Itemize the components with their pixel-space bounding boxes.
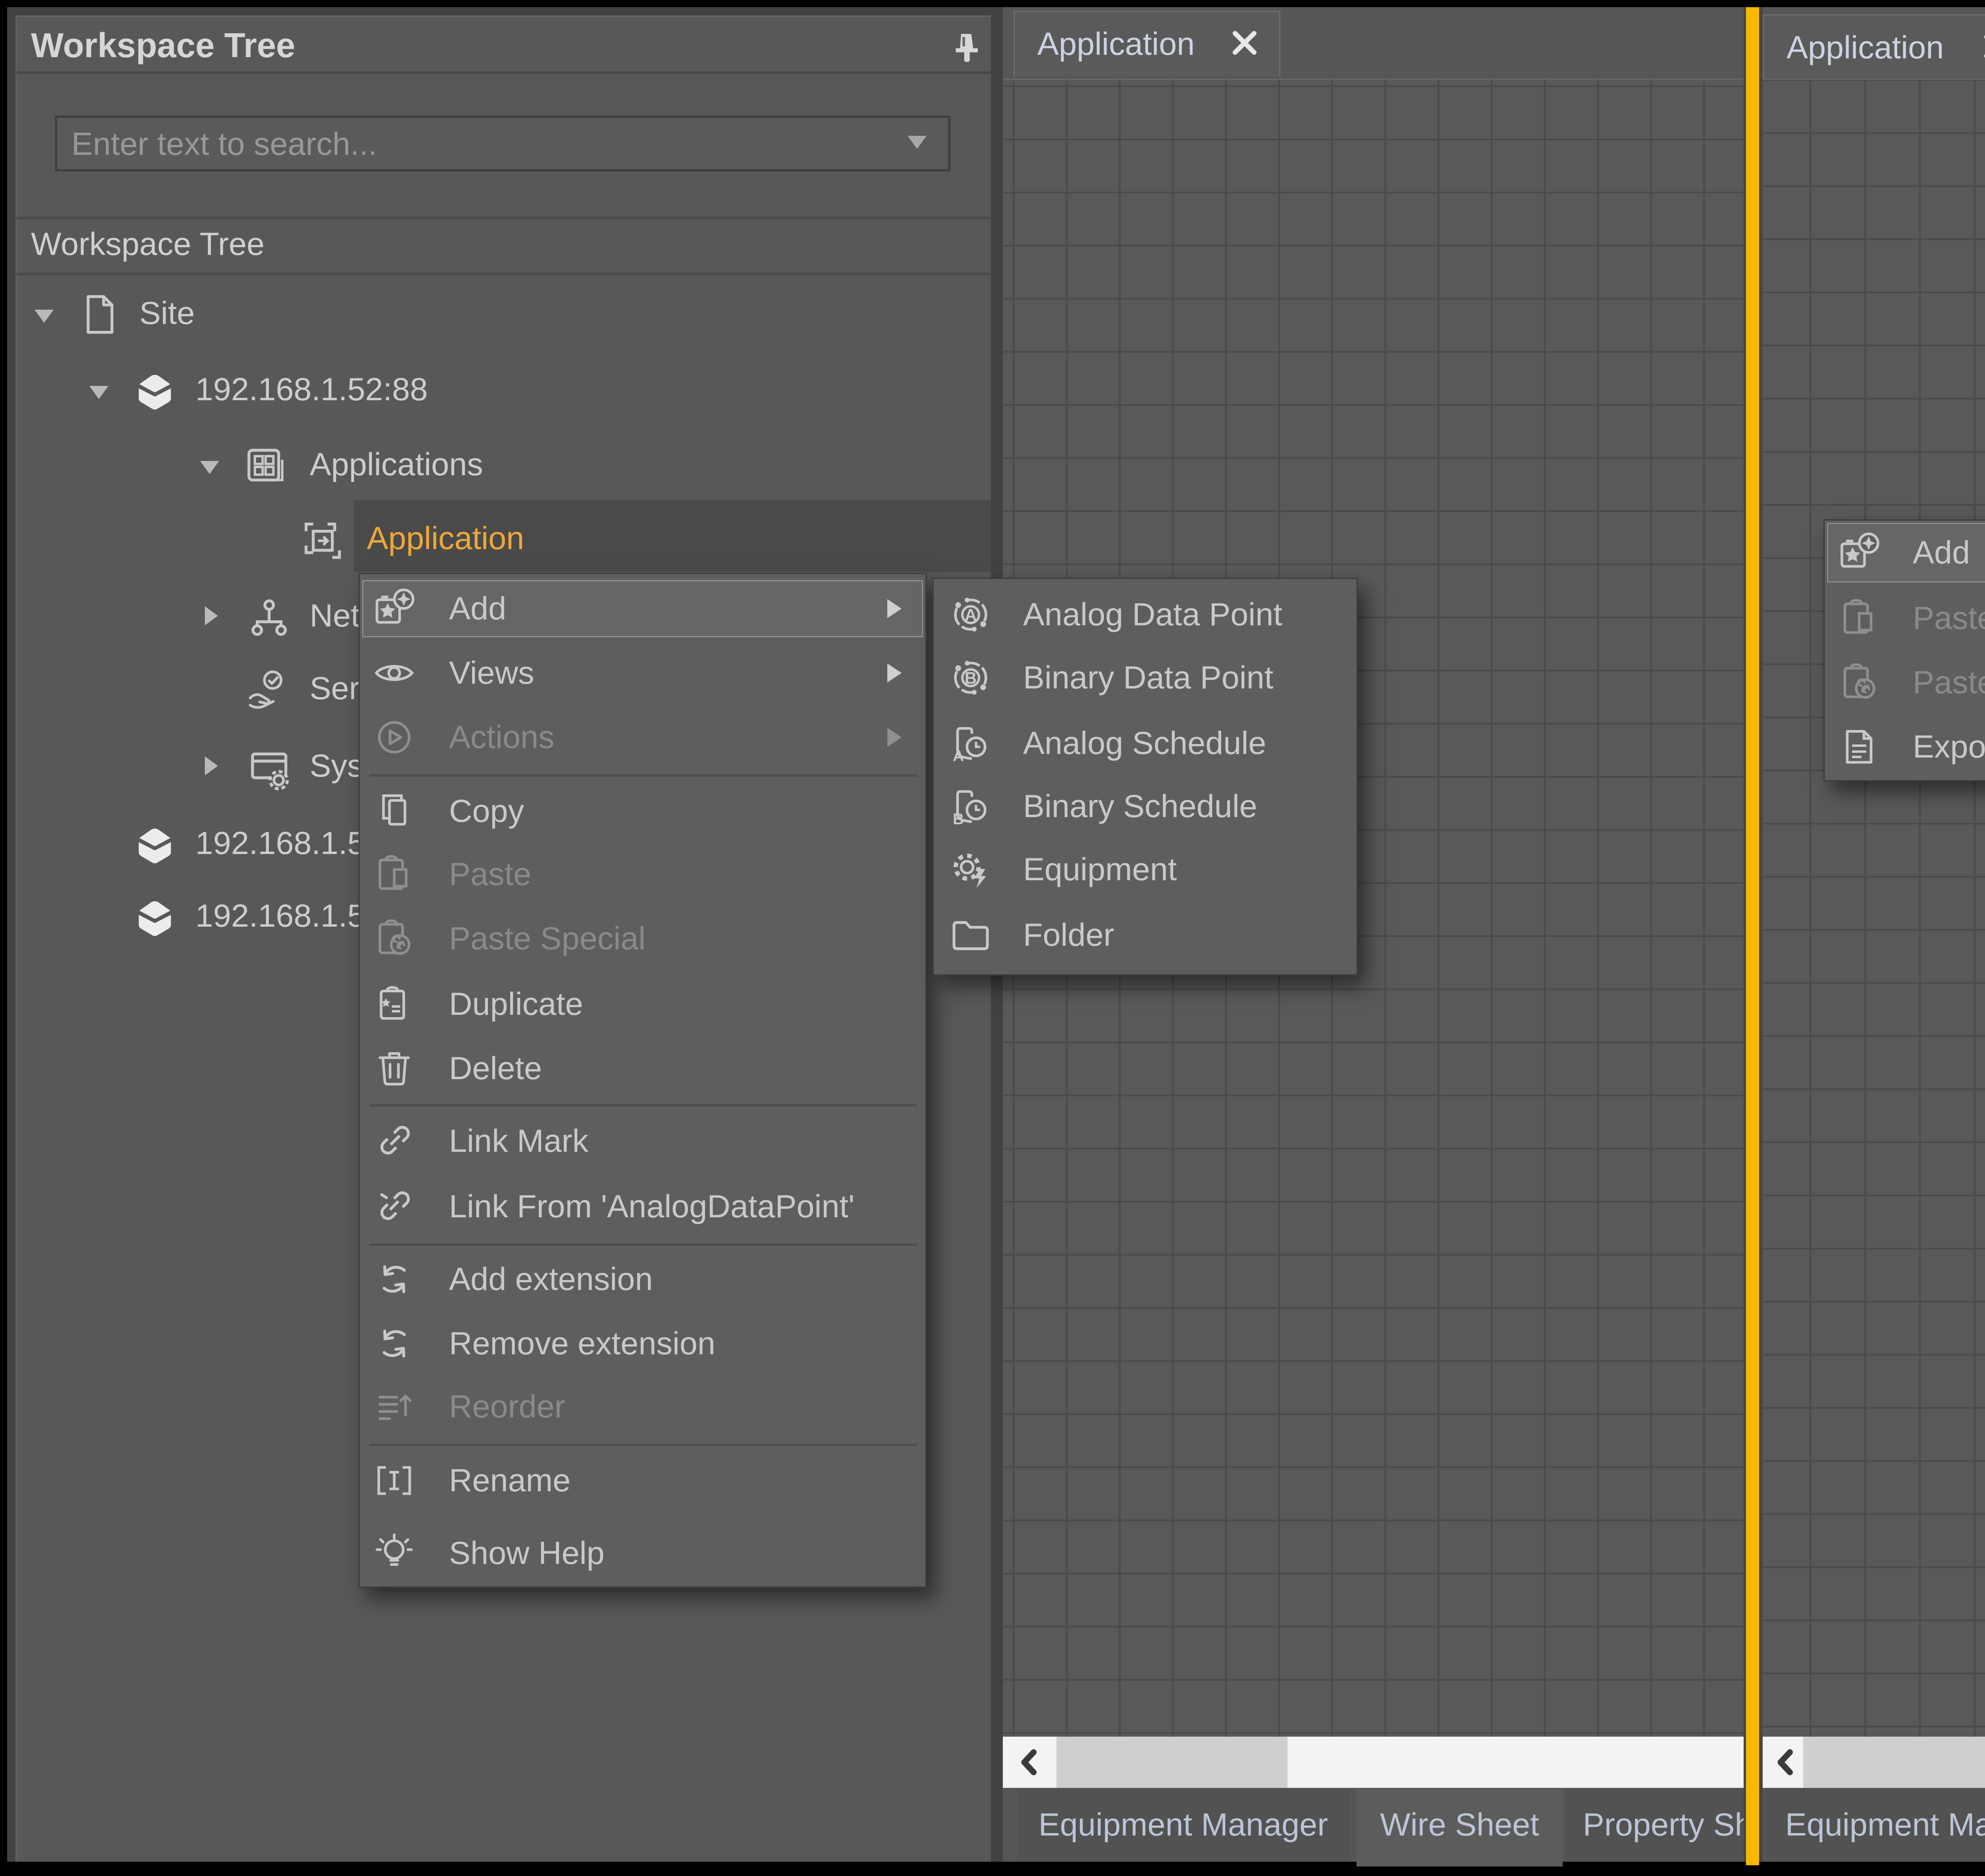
svg-text:B: B [953, 810, 964, 827]
svg-text:B: B [965, 669, 977, 687]
svg-text:A: A [953, 748, 964, 765]
svg-text:A: A [965, 605, 977, 624]
